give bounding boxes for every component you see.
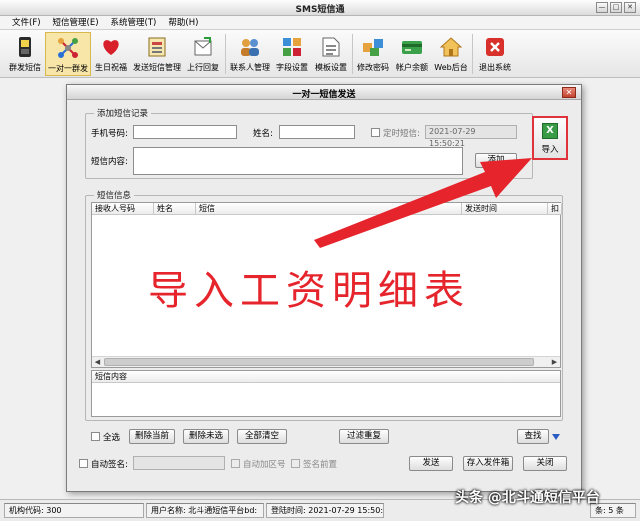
status-user-name: 用户名称: 北斗通短信平台bd:	[146, 503, 264, 518]
phone-label: 手机号码:	[91, 129, 128, 139]
timed-sms-checkbox[interactable]	[371, 128, 380, 137]
menu-help[interactable]: 帮助(H)	[162, 16, 204, 29]
toolbar-mass-sms[interactable]: 群发短信	[6, 32, 44, 76]
fields-icon	[281, 36, 303, 58]
timed-datetime-input[interactable]: 2021-07-29 15:50:21	[425, 125, 517, 148]
sign-front-checkbox[interactable]	[291, 459, 300, 468]
col-deduct[interactable]: 扣	[548, 203, 562, 215]
network-icon	[57, 37, 79, 59]
scroll-right-icon[interactable]: ▶	[549, 357, 560, 367]
auto-prefix-checkbox[interactable]	[231, 459, 240, 468]
save-outbox-button[interactable]: 存入发件箱	[463, 456, 513, 471]
col-name[interactable]: 姓名	[154, 203, 196, 215]
template-icon	[320, 36, 342, 58]
toolbar: 群发短信 一对一群发 生日祝福 发送短信管理 上行回复 联系人管理 字段设置 模…	[0, 30, 640, 78]
auto-sign-checkbox[interactable]	[79, 459, 88, 468]
add-record-legend: 添加短信记录	[97, 109, 149, 119]
annotation-text: 导入工资明细表	[148, 268, 470, 314]
menubar: 文件(F) 短信管理(E) 系统管理(T) 帮助(H)	[0, 16, 640, 30]
toolbar-password[interactable]: 修改密码	[354, 32, 392, 76]
send-button[interactable]: 发送	[409, 456, 453, 471]
toolbar-balance[interactable]: 帐户余额	[393, 32, 431, 76]
balance-icon	[401, 36, 423, 58]
menu-file[interactable]: 文件(F)	[6, 16, 47, 29]
content-preview-header: 短信内容	[92, 371, 560, 383]
minimize-button[interactable]: —	[596, 2, 608, 13]
dialog-close-action-button[interactable]: 关闭	[523, 456, 567, 471]
dialog-close-button[interactable]: ✕	[562, 87, 576, 98]
window-title: SMS短信通	[295, 5, 345, 15]
horizontal-scrollbar[interactable]: ◀ ▶	[92, 356, 560, 367]
home-icon	[440, 36, 462, 58]
maximize-button[interactable]: □	[610, 2, 622, 13]
dialog-title: 一对一短信发送	[292, 90, 356, 100]
status-org-code: 机构代码: 300	[4, 503, 144, 518]
menu-sms-manage[interactable]: 短信管理(E)	[47, 16, 105, 29]
toolbar-web-admin[interactable]: Web后台	[432, 32, 470, 76]
auto-sign-input[interactable]	[133, 456, 225, 470]
chevron-down-icon[interactable]	[551, 432, 561, 442]
menu-system[interactable]: 系统管理(T)	[105, 16, 163, 29]
contacts-icon	[239, 36, 261, 58]
timed-sms-label: 定时短信:	[383, 129, 420, 139]
toolbar-separator	[352, 34, 353, 74]
reply-icon	[192, 36, 214, 58]
content-label: 短信内容:	[91, 157, 128, 167]
sign-front-label: 签名前置	[303, 460, 338, 470]
watermark: 头条 @北斗通短信平台	[455, 490, 600, 506]
toolbar-exit[interactable]: 退出系统	[475, 32, 515, 76]
password-icon	[362, 36, 384, 58]
heart-icon	[100, 36, 122, 58]
toolbar-reply[interactable]: 上行回复	[184, 32, 222, 76]
select-all-label: 全选	[103, 433, 121, 443]
toolbar-separator	[225, 34, 226, 74]
toolbar-contacts[interactable]: 联系人管理	[228, 32, 272, 76]
scrollbar-thumb[interactable]	[104, 358, 534, 366]
name-label: 姓名:	[253, 129, 273, 139]
sms-content-preview: 短信内容	[91, 370, 561, 417]
toolbar-one-to-one[interactable]: 一对一群发	[45, 32, 91, 76]
delete-unselected-button[interactable]: 删除未选	[183, 429, 229, 444]
toolbar-fields[interactable]: 字段设置	[273, 32, 311, 76]
toolbar-separator	[472, 34, 473, 74]
annotation-arrow-icon	[314, 158, 532, 248]
window-controls: — □ ✕	[596, 2, 636, 13]
filter-duplicates-button[interactable]: 过滤重复	[339, 429, 389, 444]
name-input[interactable]	[279, 125, 355, 139]
toolbar-template[interactable]: 模板设置	[312, 32, 350, 76]
search-button[interactable]: 查找	[517, 429, 549, 444]
close-button[interactable]: ✕	[624, 2, 636, 13]
scroll-left-icon[interactable]: ◀	[92, 357, 103, 367]
phone-input[interactable]	[133, 125, 237, 139]
status-login-time: 登陆时间: 2021-07-29 15:50:19	[266, 503, 384, 518]
toolbar-sms-manage[interactable]: 发送短信管理	[131, 32, 183, 76]
dialog-titlebar: 一对一短信发送 ✕	[67, 85, 581, 100]
col-receiver[interactable]: 接收人号码	[92, 203, 154, 215]
auto-prefix-label: 自动加区号	[243, 460, 286, 470]
clear-all-button[interactable]: 全部清空	[237, 429, 287, 444]
sms-manage-icon	[146, 36, 168, 58]
auto-sign-label: 自动签名:	[91, 460, 128, 470]
excel-icon: X	[542, 123, 558, 139]
sms-info-legend: 短信信息	[97, 191, 132, 201]
exit-icon	[484, 36, 506, 58]
main-titlebar: SMS短信通 — □ ✕	[0, 0, 640, 16]
delete-current-button[interactable]: 删除当前	[129, 429, 175, 444]
select-all-checkbox[interactable]	[91, 432, 100, 441]
phone-icon	[14, 36, 36, 58]
toolbar-birthday[interactable]: 生日祝福	[92, 32, 130, 76]
